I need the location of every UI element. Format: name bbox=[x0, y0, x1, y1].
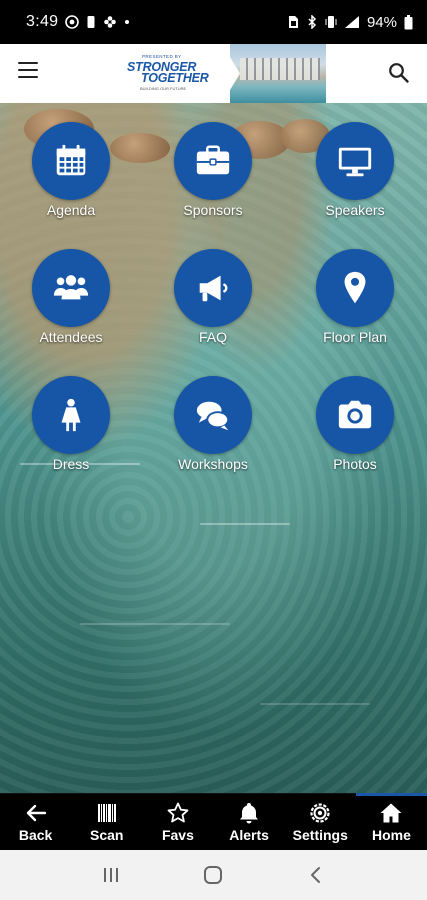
tile-label: Attendees bbox=[39, 329, 103, 345]
recent-apps-icon[interactable] bbox=[91, 860, 131, 890]
nav-label: Back bbox=[18, 827, 53, 843]
tile-workshops[interactable]: Workshops bbox=[142, 376, 284, 472]
signal-icon bbox=[344, 15, 360, 29]
tile-grid: Agenda Sponsors Speakers Attendees FAQ F… bbox=[0, 122, 427, 472]
water-streak bbox=[260, 703, 370, 705]
status-time: 3:49 bbox=[26, 13, 59, 30]
app-header: PRESENTED BY STRONGER TOGETHER BUILDING … bbox=[0, 44, 427, 103]
tile-agenda[interactable]: Agenda bbox=[0, 122, 142, 218]
tile-label: Floor Plan bbox=[323, 329, 387, 345]
banner-resort-photo bbox=[230, 44, 326, 103]
battery-icon bbox=[404, 14, 413, 30]
banner-tagline: BUILDING OUR FUTURE bbox=[140, 86, 187, 91]
calendar-icon bbox=[56, 144, 86, 176]
tile-label: Photos bbox=[333, 456, 377, 472]
search-icon[interactable] bbox=[387, 61, 411, 85]
event-banner: PRESENTED BY STRONGER TOGETHER BUILDING … bbox=[112, 44, 326, 103]
tile-circle bbox=[316, 376, 394, 454]
nav-favs[interactable]: Favs bbox=[142, 794, 213, 850]
tile-label: Dress bbox=[52, 456, 90, 472]
nav-home[interactable]: Home bbox=[355, 793, 427, 850]
status-left: 3:49 bbox=[26, 13, 130, 31]
tile-label: Speakers bbox=[325, 202, 385, 218]
water-streak bbox=[80, 623, 230, 625]
nav-label: Scan bbox=[90, 827, 124, 843]
tile-circle bbox=[32, 249, 110, 327]
tile-label: Sponsors bbox=[183, 202, 243, 218]
megaphone-icon bbox=[199, 275, 228, 302]
tile-circle bbox=[174, 249, 252, 327]
tile-circle bbox=[174, 122, 252, 200]
system-nav-bar bbox=[0, 850, 427, 900]
nav-back[interactable]: Back bbox=[0, 794, 71, 850]
water-streak bbox=[200, 523, 290, 525]
tile-floor-plan[interactable]: Floor Plan bbox=[284, 249, 426, 345]
dot-icon bbox=[124, 19, 130, 25]
camera-icon bbox=[338, 400, 372, 429]
nav-alerts[interactable]: Alerts bbox=[214, 794, 285, 850]
banner-kicker: PRESENTED BY bbox=[142, 54, 182, 59]
nav-label: Home bbox=[371, 827, 411, 843]
home-icon bbox=[380, 803, 402, 823]
vibrate-icon bbox=[325, 15, 337, 29]
tile-label: FAQ bbox=[198, 329, 227, 345]
person-dress-icon bbox=[61, 398, 81, 432]
snapchat-icon bbox=[65, 15, 80, 29]
back-chevron-icon[interactable] bbox=[296, 860, 336, 890]
barcode-icon bbox=[97, 804, 116, 822]
nav-settings[interactable]: Settings bbox=[285, 794, 356, 850]
tile-circle bbox=[32, 376, 110, 454]
home-circle-icon[interactable] bbox=[193, 860, 233, 890]
nav-label: Favs bbox=[161, 827, 194, 843]
map-pin-icon bbox=[344, 271, 366, 304]
phone-icon bbox=[86, 15, 96, 29]
nav-label: Settings bbox=[292, 827, 348, 843]
hamburger-icon[interactable] bbox=[18, 62, 40, 84]
gear-icon bbox=[310, 803, 330, 823]
tile-sponsors[interactable]: Sponsors bbox=[142, 122, 284, 218]
tile-attendees[interactable]: Attendees bbox=[0, 249, 142, 345]
tile-speakers[interactable]: Speakers bbox=[284, 122, 426, 218]
bluetooth-icon bbox=[306, 15, 318, 29]
monitor-icon bbox=[338, 147, 372, 177]
status-right: 94% bbox=[287, 14, 413, 31]
tile-circle bbox=[316, 122, 394, 200]
banner-title-line2: TOGETHER bbox=[141, 71, 209, 85]
tile-dress[interactable]: Dress bbox=[0, 376, 142, 472]
sim-icon bbox=[287, 15, 299, 29]
star-icon bbox=[167, 802, 189, 823]
tile-circle bbox=[316, 249, 394, 327]
flower-icon bbox=[103, 15, 117, 29]
bottom-nav: Back Scan Favs Alerts Settings Home bbox=[0, 793, 427, 850]
tile-label: Workshops bbox=[178, 456, 248, 472]
people-icon bbox=[53, 275, 89, 300]
bell-icon bbox=[240, 803, 259, 824]
main-content: Agenda Sponsors Speakers Attendees FAQ F… bbox=[0, 103, 427, 793]
arrow-left-icon bbox=[26, 804, 46, 822]
battery-percent: 94% bbox=[366, 13, 397, 31]
banner-logo: PRESENTED BY STRONGER TOGETHER BUILDING … bbox=[112, 44, 240, 103]
tile-photos[interactable]: Photos bbox=[284, 376, 426, 472]
tile-label: Agenda bbox=[46, 202, 96, 218]
tile-faq[interactable]: FAQ bbox=[142, 249, 284, 345]
nav-label: Alerts bbox=[229, 827, 269, 843]
tile-circle bbox=[32, 122, 110, 200]
briefcase-icon bbox=[196, 145, 230, 175]
nav-scan[interactable]: Scan bbox=[71, 794, 142, 850]
tile-circle bbox=[174, 376, 252, 454]
chat-bubbles-icon bbox=[196, 401, 230, 431]
status-bar: 3:49 94% bbox=[0, 0, 427, 44]
